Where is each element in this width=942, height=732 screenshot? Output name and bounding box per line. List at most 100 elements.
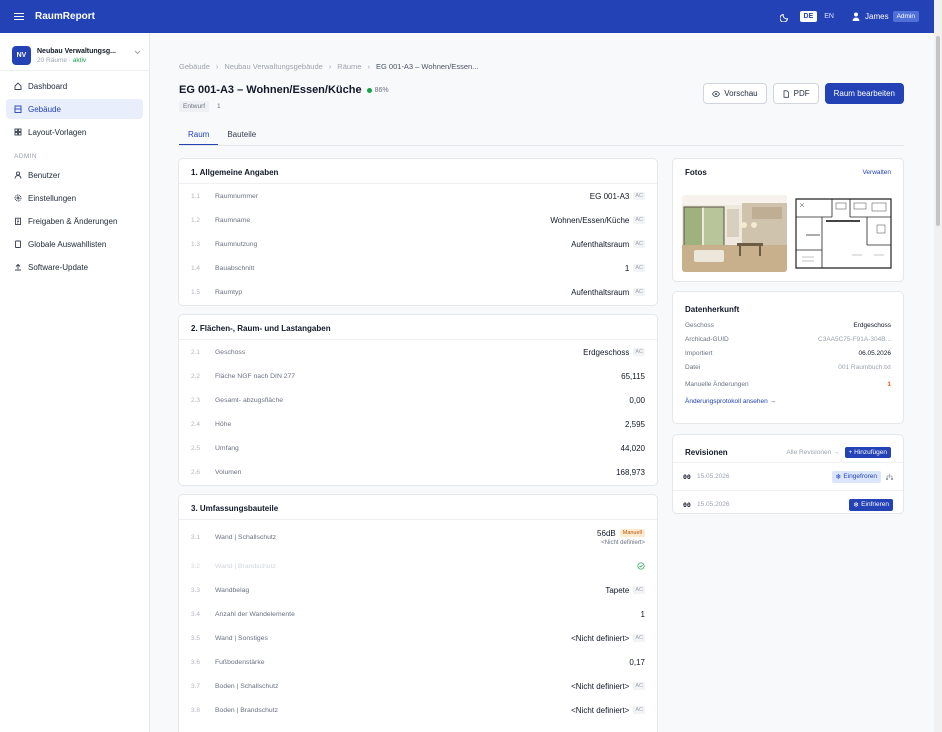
language-en-button[interactable]: EN bbox=[820, 11, 838, 22]
field-row[interactable]: 2.4 Höhe 2,595 bbox=[191, 412, 645, 436]
sidebar-item-label: Layout-Vorlagen bbox=[28, 127, 87, 137]
field-value: Aufenthaltsraum bbox=[571, 239, 630, 249]
frozen-label: Eingefroren bbox=[843, 473, 877, 480]
field-value: 0,00 bbox=[629, 395, 645, 405]
frozen-badge: ❄ Eingefroren bbox=[831, 470, 881, 483]
archicad-source-badge: AC bbox=[633, 216, 645, 224]
field-value: 44,020 bbox=[620, 443, 645, 453]
field-row[interactable]: 3.7 Boden | Schallschutz <Nicht definiert>… bbox=[191, 674, 645, 698]
breadcrumb-item[interactable]: Gebäude bbox=[179, 62, 210, 71]
sidebar-item-settings[interactable]: Einstellungen bbox=[6, 188, 143, 208]
section-areas: 2. Flächen-, Raum- und Lastangaben 2.1 Ge… bbox=[178, 314, 658, 486]
provenance-card: Datenherkunft Geschoss Erdgeschoss Archic… bbox=[672, 291, 904, 424]
sidebar-item-users[interactable]: Benutzer bbox=[6, 165, 143, 185]
field-row[interactable]: 3.1 Wand | Schallschutz 56dB Manuell <Nicht … bbox=[191, 520, 645, 554]
user-name[interactable]: James bbox=[865, 12, 889, 21]
field-row[interactable]: 2.3 Gesamt- abzugsfläche 0,00 bbox=[191, 388, 645, 412]
breadcrumb-item[interactable]: Neubau Verwaltungsgebäude bbox=[224, 62, 322, 71]
field-number: 3.7 bbox=[191, 682, 201, 690]
archicad-source-badge: AC bbox=[633, 634, 645, 642]
field-value: 65,115 bbox=[621, 371, 645, 381]
field-row[interactable]: 3.5 Wand | Sonstiges <Nicht definiert> AC bbox=[191, 626, 645, 650]
photos-card: Fotos Verwalten bbox=[672, 158, 904, 282]
sidebar-item-software-update[interactable]: Software-Update bbox=[6, 257, 143, 277]
sidebar-item-dashboard[interactable]: Dashboard bbox=[6, 76, 143, 96]
field-label: Höhe bbox=[215, 420, 232, 428]
field-label: Fußbodenstärke bbox=[215, 658, 265, 666]
list-icon bbox=[15, 240, 21, 248]
field-row[interactable]: 3.3 Wandbelag Tapete AC bbox=[191, 578, 645, 602]
version-number: 1 bbox=[217, 103, 221, 110]
project-switcher[interactable]: NV Neubau Verwaltungsg... 20 Räume · akt… bbox=[0, 33, 149, 71]
field-number: 3.8 bbox=[191, 706, 201, 714]
field-row[interactable]: 3.4 Anzahl der Wandelemente 1 bbox=[191, 602, 645, 626]
all-revisions-link[interactable]: Alle Revisionen → bbox=[786, 449, 839, 456]
revision-number: 00 bbox=[683, 500, 691, 509]
field-row[interactable]: 2.1 Geschoss Erdgeschoss AC bbox=[191, 340, 645, 364]
add-revision-button[interactable]: + Hinzufügen bbox=[844, 447, 891, 458]
field-row[interactable]: 1.2 Raumname Wohnen/Essen/Küche AC bbox=[191, 208, 645, 232]
floor-plan-image[interactable] bbox=[792, 195, 895, 272]
field-row[interactable]: 3.8 Boden | Brandschutz <Nicht definiert> A… bbox=[191, 698, 645, 722]
pdf-button-label: PDF bbox=[793, 89, 810, 98]
user-icon bbox=[852, 12, 860, 21]
field-row[interactable]: 3.2 Wand | Brandschutz bbox=[191, 554, 645, 578]
menu-icon[interactable] bbox=[14, 12, 24, 21]
field-number: 3.1 bbox=[191, 533, 201, 541]
provenance-value: 001 Raumbuch.txt bbox=[838, 363, 891, 371]
sidebar-item-buildings[interactable]: Gebäude bbox=[6, 99, 143, 119]
room-photo[interactable] bbox=[682, 195, 787, 272]
chevron-down-icon[interactable] bbox=[134, 50, 141, 55]
field-label: Volumen bbox=[215, 468, 242, 476]
freeze-button[interactable]: ❄ Einfrieren bbox=[849, 498, 893, 511]
field-value: Tapete bbox=[605, 585, 630, 595]
field-row[interactable]: 1.1 Raumnummer EG 001-A3 AC bbox=[191, 184, 645, 208]
field-number: 3.6 bbox=[191, 658, 201, 666]
archicad-source-badge: AC bbox=[633, 682, 645, 690]
field-label: Raumnummer bbox=[215, 192, 259, 200]
field-label: Gesamt- abzugsfläche bbox=[215, 396, 284, 404]
field-row[interactable]: 3.6 Fußbodenstärke 0,17 bbox=[191, 650, 645, 674]
field-row[interactable]: 1.5 Raumtyp Aufenthaltsraum AC bbox=[191, 280, 645, 304]
language-de-button[interactable]: DE bbox=[799, 11, 818, 22]
sidebar-item-layout-templates[interactable]: Layout-Vorlagen bbox=[6, 122, 143, 142]
provenance-label: Importiert bbox=[685, 349, 713, 357]
sidebar-item-approvals[interactable]: Freigaben & Änderungen bbox=[6, 211, 143, 231]
breadcrumb: Gebäude › Neubau Verwaltungsgebäude › Räum… bbox=[179, 62, 479, 71]
field-row[interactable]: 2.6 Volumen 168,973 bbox=[191, 460, 645, 484]
field-row[interactable]: 2.2 Fläche NGF nach DIN 277 65,115 bbox=[191, 364, 645, 388]
field-label: Wand | Brandschutz bbox=[215, 562, 276, 570]
field-label: Geschoss bbox=[215, 348, 246, 356]
gear-icon bbox=[14, 194, 22, 202]
revision-row: 00 15.05.2026 ❄ Eingefroren bbox=[673, 462, 903, 490]
edit-room-button[interactable]: Raum bearbeiten bbox=[824, 83, 904, 104]
revisions-title: Revisionen bbox=[685, 448, 728, 457]
change-log-link[interactable]: Änderungsprotokoll ansehen → bbox=[685, 398, 891, 405]
tab-room[interactable]: Raum bbox=[179, 126, 219, 145]
field-value: <Nicht definiert> bbox=[571, 705, 630, 715]
manual-badge: Manuell bbox=[619, 529, 645, 537]
field-row[interactable]: 1.3 Raumnutzung Aufenthaltsraum AC bbox=[191, 232, 645, 256]
sidebar-section-admin: ADMIN bbox=[14, 153, 37, 160]
preview-button[interactable]: Vorschau bbox=[703, 83, 767, 104]
field-label: Raumtyp bbox=[215, 288, 243, 296]
sidebar-item-global-lists[interactable]: Globale Auswahllisten bbox=[6, 234, 143, 254]
provenance-row: Archicad-GUID C3AA5C75-F91A-304B... bbox=[685, 332, 891, 346]
moon-icon[interactable] bbox=[779, 12, 790, 22]
top-bar: RaumReport DE EN James Admin bbox=[0, 0, 934, 33]
field-row[interactable]: 1.4 Bauabschnitt 1 AC bbox=[191, 256, 645, 280]
tab-components[interactable]: Bauteile bbox=[218, 126, 265, 145]
document-icon bbox=[783, 89, 789, 98]
page-scrollbar[interactable] bbox=[934, 0, 942, 732]
breadcrumb-item[interactable]: Räume bbox=[337, 62, 361, 71]
users-icon bbox=[14, 171, 22, 179]
scrollbar-thumb[interactable] bbox=[936, 36, 940, 226]
field-row[interactable]: 2.5 Umfang 44,020 bbox=[191, 436, 645, 460]
hierarchy-icon[interactable] bbox=[886, 473, 893, 480]
pdf-button[interactable]: PDF bbox=[772, 83, 819, 104]
revisions-card: Revisionen Alle Revisionen → + Hinzufüge… bbox=[672, 434, 904, 514]
manage-photos-link[interactable]: Verwalten bbox=[862, 169, 891, 176]
field-value: Erdgeschoss bbox=[583, 347, 630, 357]
field-label: Boden | Brandschutz bbox=[215, 706, 278, 714]
photos-title: Fotos bbox=[685, 168, 707, 177]
